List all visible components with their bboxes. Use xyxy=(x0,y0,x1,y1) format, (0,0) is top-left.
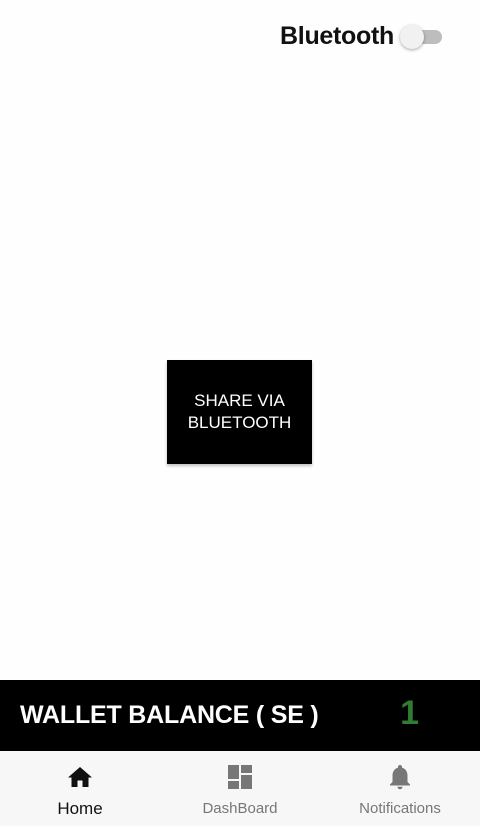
share-via-bluetooth-button[interactable]: SHARE VIA BLUETOOTH xyxy=(167,360,312,464)
wallet-balance-label: WALLET BALANCE ( SE ) xyxy=(20,701,319,729)
wallet-balance-bar: WALLET BALANCE ( SE ) 1 xyxy=(0,680,480,751)
bluetooth-toggle[interactable] xyxy=(400,23,444,51)
dashboard-icon xyxy=(226,763,254,791)
home-icon xyxy=(66,763,94,791)
nav-label-notifications: Notifications xyxy=(359,800,441,817)
nav-label-dashboard: DashBoard xyxy=(202,800,278,817)
top-bar: Bluetooth xyxy=(280,22,444,51)
bottom-navigation: Home DashBoard Notifications xyxy=(0,751,480,826)
bluetooth-label: Bluetooth xyxy=(280,22,394,50)
nav-item-notifications[interactable]: Notifications xyxy=(320,751,480,826)
nav-item-dashboard[interactable]: DashBoard xyxy=(160,751,320,826)
wallet-balance-value: 1 xyxy=(400,694,419,732)
toggle-thumb xyxy=(400,24,424,49)
nav-label-home: Home xyxy=(57,799,103,818)
nav-item-home[interactable]: Home xyxy=(0,751,160,826)
bell-icon xyxy=(386,763,414,791)
